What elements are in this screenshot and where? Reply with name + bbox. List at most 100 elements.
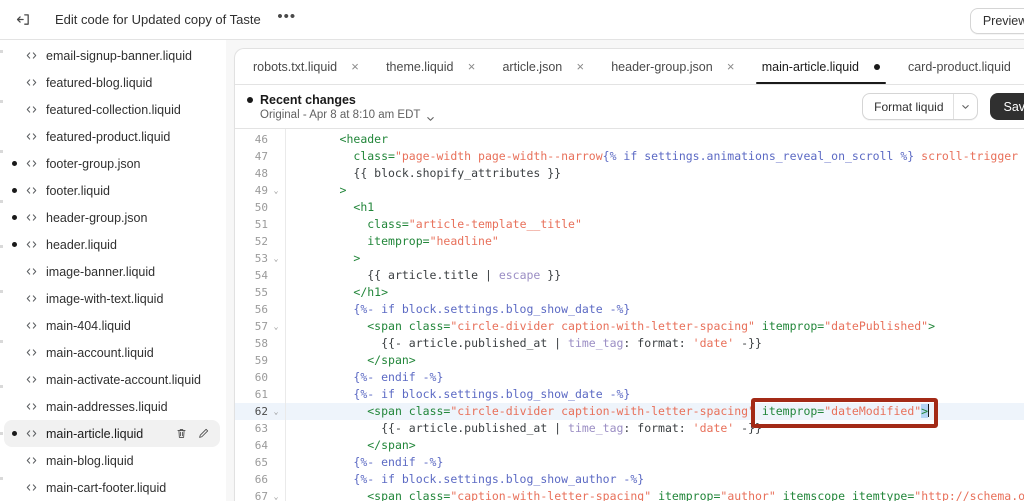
code-line[interactable]: {%- if block.settings.blog_show_date -%} — [286, 301, 1024, 318]
editor-tab[interactable]: robots.txt.liquid × — [239, 49, 372, 84]
file-list-item[interactable]: image-banner.liquid — [4, 258, 220, 285]
editor-tab[interactable]: main-article.liquid — [748, 49, 894, 84]
code-token: 'date' — [692, 421, 735, 435]
editor-tab[interactable]: card-product.liquid× — [894, 49, 1024, 84]
code-file-icon — [23, 130, 40, 143]
code-line[interactable]: <span class="circle-divider caption-with… — [286, 318, 1024, 335]
file-list-item[interactable]: footer-group.json — [4, 150, 220, 177]
file-list-item[interactable]: main-addresses.liquid — [4, 393, 220, 420]
line-number-value: 62 — [254, 405, 268, 418]
tab-close-icon[interactable]: × — [465, 60, 477, 73]
file-list-item[interactable]: main-404.liquid — [4, 312, 220, 339]
code-file-icon — [23, 292, 40, 305]
file-list-item[interactable]: main-article.liquid — [4, 420, 220, 447]
code-line[interactable]: <span class="caption-with-letter-spacing… — [286, 488, 1024, 501]
code-line[interactable]: </span> — [286, 352, 1024, 369]
fold-chevron-icon[interactable]: ⌄ — [272, 318, 280, 335]
file-list-item[interactable]: header.liquid — [4, 231, 220, 258]
editor-tab[interactable]: header-group.json × — [597, 49, 747, 84]
file-sidebar[interactable]: email-signup-banner.liquid featured-blog.… — [0, 40, 226, 501]
code-line[interactable]: {%- if block.settings.blog_show_date -%} — [286, 386, 1024, 403]
line-number: 56 — [235, 301, 285, 318]
main-body: email-signup-banner.liquid featured-blog.… — [0, 40, 1024, 501]
modified-dot-icon — [12, 188, 23, 193]
code-line[interactable]: </h1> — [286, 284, 1024, 301]
chevron-down-icon[interactable] — [426, 110, 435, 121]
more-options-icon[interactable]: ••• — [275, 8, 299, 32]
code-line[interactable]: > — [286, 182, 1024, 199]
line-number-value: 60 — [254, 371, 268, 384]
file-list-item[interactable]: email-signup-banner.liquid — [4, 42, 220, 69]
code-file-icon — [23, 319, 40, 332]
code-line[interactable]: > — [286, 250, 1024, 267]
code-token: }} — [540, 268, 562, 282]
editor-tab[interactable]: article.json × — [488, 49, 597, 84]
line-number-value: 50 — [254, 201, 268, 214]
tab-close-icon[interactable]: × — [725, 60, 737, 73]
code-line[interactable]: class="page-width page-width--narrow{% i… — [286, 148, 1024, 165]
trash-icon[interactable] — [175, 427, 188, 440]
save-button[interactable]: Save — [989, 93, 1024, 120]
code-editor[interactable]: 46 47 48 49 ⌄ 50 51 52 53 ⌄ 54 55 56 57 ⌄ 58 59 60 61 62 ⌄ 63… — [235, 129, 1024, 501]
file-list-item[interactable]: featured-collection.liquid — [4, 96, 220, 123]
file-list-item[interactable]: featured-blog.liquid — [4, 69, 220, 96]
top-bar: Edit code for Updated copy of Taste ••• … — [0, 0, 1024, 40]
code-line[interactable]: <span class="circle-divider caption-with… — [286, 403, 1024, 420]
format-liquid-button[interactable]: Format liquid — [862, 93, 978, 120]
code-line[interactable]: {%- if block.settings.blog_show_author -… — [286, 471, 1024, 488]
file-list-item[interactable]: main-activate-account.liquid — [4, 366, 220, 393]
code-line[interactable]: {{ block.shopify_attributes }} — [286, 165, 1024, 182]
file-list-item[interactable]: footer.liquid — [4, 177, 220, 204]
fold-chevron-icon[interactable]: ⌄ — [272, 250, 280, 267]
code-line[interactable]: </span> — [286, 437, 1024, 454]
line-number-value: 49 — [254, 184, 268, 197]
exit-icon[interactable] — [9, 6, 37, 34]
preview-store-button[interactable]: Preview s — [969, 8, 1024, 34]
line-number: 46 — [235, 131, 285, 148]
code-token: time_tag — [568, 421, 624, 435]
code-line[interactable]: {%- endif -%} — [286, 369, 1024, 386]
tab-close-icon[interactable]: × — [349, 60, 361, 73]
code-file-icon — [23, 211, 40, 224]
line-number: 62 ⌄ — [235, 403, 285, 420]
file-name-label: main-cart-footer.liquid — [46, 480, 167, 495]
code-content[interactable]: <header class="page-width page-width--na… — [286, 129, 1024, 501]
line-number: 63 — [235, 420, 285, 437]
scroll-tick — [0, 100, 3, 103]
code-line[interactable]: <h1 — [286, 199, 1024, 216]
code-line[interactable]: itemprop="headline" — [286, 233, 1024, 250]
fold-chevron-icon[interactable]: ⌄ — [272, 488, 280, 501]
code-line[interactable]: <header — [286, 131, 1024, 148]
pencil-icon[interactable] — [197, 427, 210, 440]
file-name-label: main-activate-account.liquid — [46, 372, 201, 387]
file-list-item[interactable]: main-cart-footer.liquid — [4, 474, 220, 501]
file-list-item[interactable]: image-with-text.liquid — [4, 285, 220, 312]
tab-close-icon[interactable]: × — [574, 60, 586, 73]
line-number-value: 52 — [254, 235, 268, 248]
code-line[interactable]: {%- endif -%} — [286, 454, 1024, 471]
code-line[interactable]: class="article-template__title" — [286, 216, 1024, 233]
fold-chevron-icon[interactable]: ⌄ — [272, 182, 280, 199]
scroll-tick — [0, 50, 3, 53]
chevron-down-icon[interactable] — [952, 94, 977, 119]
file-list-item[interactable]: featured-product.liquid — [4, 123, 220, 150]
recent-changes-block[interactable]: Recent changes Original - Apr 8 at 8:10 … — [247, 93, 435, 121]
scroll-tick — [0, 385, 3, 388]
code-line[interactable]: {{- article.published_at | time_tag: for… — [286, 335, 1024, 352]
code-line[interactable]: {{ article.title | escape }} — [286, 267, 1024, 284]
file-list-item[interactable]: header-group.json — [4, 204, 220, 231]
editor-tab-label: main-article.liquid — [761, 59, 859, 74]
editor-tab-bar[interactable]: robots.txt.liquid × theme.liquid × article.j… — [235, 49, 1024, 85]
fold-chevron-icon[interactable]: ⌄ — [272, 403, 280, 420]
code-line[interactable]: {{- article.published_at | time_tag: for… — [286, 420, 1024, 437]
editor-tab[interactable]: theme.liquid × — [372, 49, 488, 84]
file-list-item[interactable]: main-account.liquid — [4, 339, 220, 366]
modified-dot-icon — [12, 431, 23, 436]
file-list-item[interactable]: main-blog.liquid — [4, 447, 220, 474]
